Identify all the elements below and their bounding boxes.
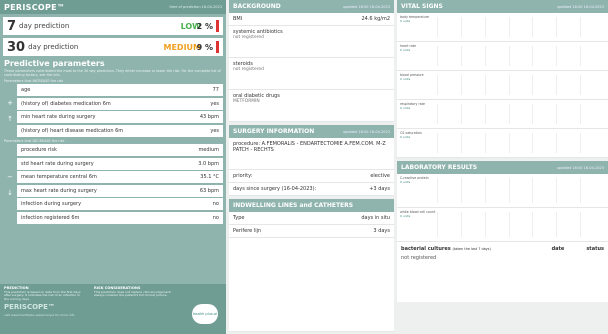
parameter-row: min heart rate during surgery 43 bpm — [17, 111, 223, 124]
parameter-row: std heart rate during surgery 3.0 bpm — [17, 157, 223, 170]
lines-table-row: Perifere lijn 3 days — [229, 225, 394, 238]
cultures-table: bacterial cultures (taken the last 7 day… — [397, 242, 608, 302]
bmi-card: BMI 24.6 kg/m2 — [229, 13, 394, 26]
decrease-group: − ↓ procedure risk medium std heart rate d… — [3, 144, 223, 225]
parameter-name: mean temperature central 6m — [21, 174, 97, 181]
parameter-value: yes — [210, 127, 219, 134]
cultures-header: bacterial cultures (taken the last 7 day… — [401, 246, 604, 252]
app-title: PERISCOPE™ — [4, 2, 66, 12]
plus-icon: + — [7, 99, 13, 108]
lines-empty-area — [229, 238, 394, 332]
parameters-title: Predictive parameters — [4, 59, 105, 68]
parameter-name: infection registered 6m — [21, 214, 80, 221]
risk-percentage: 9 % — [196, 42, 213, 52]
arrow-up-icon: ↑ — [7, 115, 13, 124]
parameter-name: age — [21, 87, 31, 94]
surgery-header: SURGERY INFORMATION updated 16:00 16-04-2… — [229, 125, 394, 138]
app-header: PERISCOPE™ time of prediction 16-04-2023 — [0, 0, 226, 14]
footer-risk-text: This prediction does not replace clinica… — [94, 289, 172, 298]
lab-chart: C-reactive protein 0 units — [397, 174, 608, 208]
vital-signs-header: VITAL SIGNS updated 16:00 16-04-2023 — [397, 0, 608, 13]
parameter-row: infection registered 6m no — [17, 211, 223, 224]
prediction-7-day: 7 day prediction LOW 2 % — [3, 17, 223, 35]
parameter-value: 35.1 °C — [200, 174, 219, 181]
parameter-row: (history of) diabetes medication 6m yes — [17, 97, 223, 110]
antibiotics-card: systemic antibiotics not registered — [229, 26, 394, 58]
lab-results-header: LABORATORY RESULTS updated 16:00 16-04-20… — [397, 161, 608, 174]
vital-chart: blood pressure 0 units — [397, 71, 608, 100]
days-since-surgery-card: days since surgery (16-04-2023): +3 days — [229, 183, 394, 196]
risk-bar — [216, 41, 219, 53]
priority-card: priority: elective — [229, 170, 394, 183]
parameter-value: no — [212, 201, 219, 208]
parameter-name: min heart rate during surgery — [21, 114, 96, 121]
vital-chart: heart rate 0 units — [397, 42, 608, 71]
increase-group: + ↑ age 77 (history of) diabetes medicatio… — [3, 84, 223, 138]
risk-percentage: 2 % — [196, 21, 213, 31]
footer-prediction-text: This prediction is based on data from th… — [4, 289, 81, 301]
parameter-value: 77 — [212, 87, 219, 94]
diabetic-drugs-card: oral diabetic drugs METFORMIN — [229, 90, 394, 122]
cultures-value: not registered — [401, 255, 437, 261]
vital-chart: body temperature 0 units — [397, 13, 608, 42]
measurements-column: VITAL SIGNS updated 16:00 16-04-2023 body… — [397, 0, 608, 334]
parameter-name: std heart rate during surgery — [21, 160, 94, 167]
risk-level-badge: MEDIUM — [163, 42, 202, 52]
risk-bar — [216, 20, 219, 32]
parameter-row: mean temperature central 6m 35.1 °C — [17, 171, 223, 184]
prediction-days: 30 — [7, 39, 26, 55]
healthplus-logo: health plus.ai — [192, 304, 218, 324]
parameter-value: no — [212, 214, 219, 221]
lines-header: INDWELLING LINES and CATHETERS — [229, 199, 394, 212]
parameter-name: (history of) heart disease medication 6m — [21, 127, 124, 134]
steroids-card: steroids not registered — [229, 58, 394, 90]
panel-footer: PREDICTION This prediction is based on da… — [0, 284, 226, 334]
info-link[interactable]: visit www.healthplus.ai/periscope for mo… — [4, 313, 222, 317]
lines-table-header: Type days in situ — [229, 212, 394, 225]
prediction-panel: PERISCOPE™ time of prediction 16-04-2023… — [0, 0, 226, 334]
prediction-days: 7 — [7, 18, 17, 34]
vital-chart: O2 saturation 0 units — [397, 129, 608, 158]
prediction-label: day prediction — [19, 22, 70, 30]
parameter-name: max heart rate during surgery — [21, 187, 97, 194]
parameter-value: medium — [198, 147, 219, 154]
parameters-note: These parameters contributed the most to… — [4, 69, 221, 78]
minus-icon: − — [7, 172, 13, 181]
parameter-name: procedure risk — [21, 147, 57, 154]
arrow-down-icon: ↓ — [7, 188, 13, 197]
parameter-row: max heart rate during surgery 63 bpm — [17, 184, 223, 197]
parameter-name: infection during surgery — [21, 201, 82, 208]
prediction-label: day prediction — [28, 43, 79, 51]
parameter-name: (history of) diabetes medication 6m — [21, 100, 111, 107]
parameter-value: 43 bpm — [199, 114, 219, 121]
background-header: BACKGROUND updated 16:00 16-04-2023 — [229, 0, 394, 13]
parameter-row: age 77 — [17, 84, 223, 97]
prediction-time: time of prediction 16-04-2023 — [169, 5, 222, 9]
parameter-row: infection during surgery no — [17, 198, 223, 211]
parameter-row: (history of) heart disease medication 6m… — [17, 124, 223, 137]
prediction-30-day: 30 day prediction MEDIUM 9 % — [3, 38, 223, 56]
clinical-info-column: BACKGROUND updated 16:00 16-04-2023 BMI 24… — [229, 0, 394, 334]
footer-brand: PERISCOPE™ — [4, 303, 55, 312]
lab-chart: white blood cell count 0 units — [397, 208, 608, 242]
procedure-card: procedure: A.FEMORALIS - ENDARTECTOMIE A… — [229, 138, 394, 170]
parameter-value: yes — [210, 100, 219, 107]
parameter-value: 63 bpm — [199, 187, 219, 194]
vital-chart: respiratory rate 0 units — [397, 100, 608, 129]
parameter-row: procedure risk medium — [17, 144, 223, 157]
parameter-value: 3.0 bpm — [198, 160, 219, 167]
